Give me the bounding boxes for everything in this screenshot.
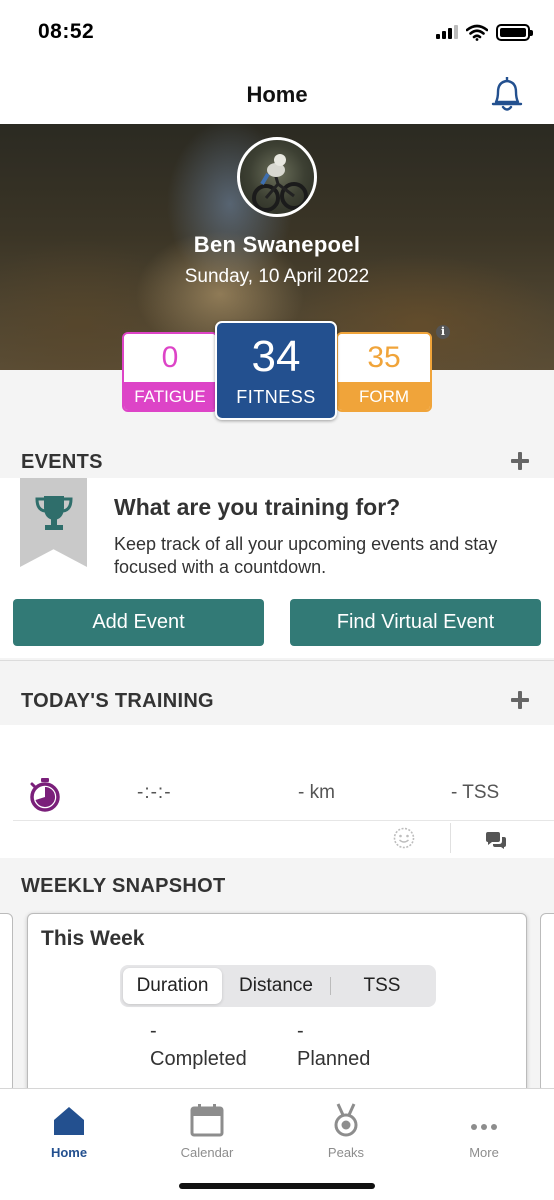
events-header: EVENTS — [21, 451, 103, 473]
events-prompt-title: What are you training for? — [114, 494, 401, 520]
add-event-plus-icon[interactable] — [510, 451, 530, 471]
fatigue-label: FATIGUE — [124, 382, 216, 410]
previous-week-card[interactable] — [0, 913, 13, 1093]
find-virtual-event-button[interactable]: Find Virtual Event — [290, 599, 541, 646]
planned-value: - — [297, 1020, 304, 1042]
tab-more-label: More — [469, 1145, 499, 1160]
page-title: Home — [246, 82, 308, 107]
snapshot-section-header: WEEKLY SNAPSHOT — [0, 863, 554, 909]
next-week-card[interactable] — [540, 913, 554, 1093]
avatar[interactable] — [237, 137, 317, 217]
medal-icon — [334, 1103, 358, 1137]
tab-peaks-label: Peaks — [327, 1145, 365, 1160]
events-prompt-description: Keep track of all your upcoming events a… — [114, 534, 498, 577]
divider — [0, 660, 554, 661]
ribbon-badge — [20, 478, 87, 567]
nav-bar: Home — [0, 66, 554, 124]
segment-distance[interactable]: Distance — [224, 968, 328, 1004]
this-week-card: This Week Duration Distance TSS - Comple… — [27, 913, 527, 1103]
tab-home[interactable]: Home — [19, 1099, 119, 1160]
calendar-icon — [190, 1104, 224, 1137]
metric-segmented-control: Duration Distance TSS — [120, 965, 436, 1007]
tab-more[interactable]: More — [434, 1099, 534, 1160]
home-screen: 08:52 Home Ben Swanepoel Sunday, 10 Apri… — [0, 0, 554, 1200]
user-name: Ben Swanepoel — [193, 232, 361, 257]
fatigue-metric[interactable]: 0 FATIGUE — [122, 332, 218, 412]
comments-icon[interactable] — [484, 831, 508, 851]
fitness-metric[interactable]: 34 FITNESS — [215, 321, 337, 420]
info-icon[interactable]: i — [436, 325, 450, 339]
segment-tss[interactable]: TSS — [332, 968, 432, 1004]
tab-calendar-label: Calendar — [180, 1145, 234, 1160]
tab-peaks[interactable]: Peaks — [296, 1099, 396, 1160]
completed-value: - — [150, 1020, 157, 1042]
snapshot-header: WEEKLY SNAPSHOT — [21, 875, 226, 897]
divider — [13, 820, 554, 821]
planned-label: Planned — [297, 1048, 371, 1070]
distance-value: - km — [298, 782, 335, 803]
training-section-header: TODAY'S TRAINING — [0, 678, 554, 724]
battery-icon — [496, 23, 533, 41]
divider — [330, 977, 331, 995]
home-indicator[interactable] — [179, 1183, 375, 1189]
tab-home-label: Home — [50, 1145, 88, 1160]
week-card-title: This Week — [41, 927, 145, 950]
add-workout-plus-icon[interactable] — [510, 690, 530, 710]
fatigue-value: 0 — [124, 334, 216, 382]
smiley-face-icon[interactable] — [393, 827, 415, 849]
notification-bell-icon[interactable] — [488, 74, 526, 114]
add-event-button[interactable]: Add Event — [13, 599, 264, 646]
trophy-icon — [35, 496, 73, 530]
duration-value: -:-:- — [137, 782, 172, 803]
current-date: Sunday, 10 April 2022 — [184, 266, 370, 287]
segment-duration[interactable]: Duration — [123, 968, 222, 1004]
form-label: FORM — [338, 382, 430, 410]
tss-value: - TSS — [451, 782, 500, 803]
divider — [450, 823, 451, 853]
status-time: 08:52 — [38, 20, 95, 43]
signal-icon — [436, 25, 458, 39]
tab-calendar[interactable]: Calendar — [157, 1099, 257, 1160]
home-icon — [54, 1107, 84, 1135]
form-metric[interactable]: 35 FORM — [336, 332, 432, 412]
status-bar: 08:52 — [0, 0, 554, 66]
fitness-label: FITNESS — [236, 387, 316, 407]
status-icons — [436, 22, 533, 42]
completed-label: Completed — [150, 1048, 247, 1070]
training-header: TODAY'S TRAINING — [21, 690, 214, 712]
stopwatch-icon — [30, 778, 60, 812]
training-card[interactable]: -:-:- - km - TSS — [0, 725, 554, 858]
form-value: 35 — [338, 334, 430, 382]
wifi-icon — [466, 24, 488, 41]
fitness-value: 34 — [251, 332, 301, 381]
events-card: What are you training for? Keep track of… — [0, 478, 554, 658]
more-icon — [471, 1124, 497, 1130]
